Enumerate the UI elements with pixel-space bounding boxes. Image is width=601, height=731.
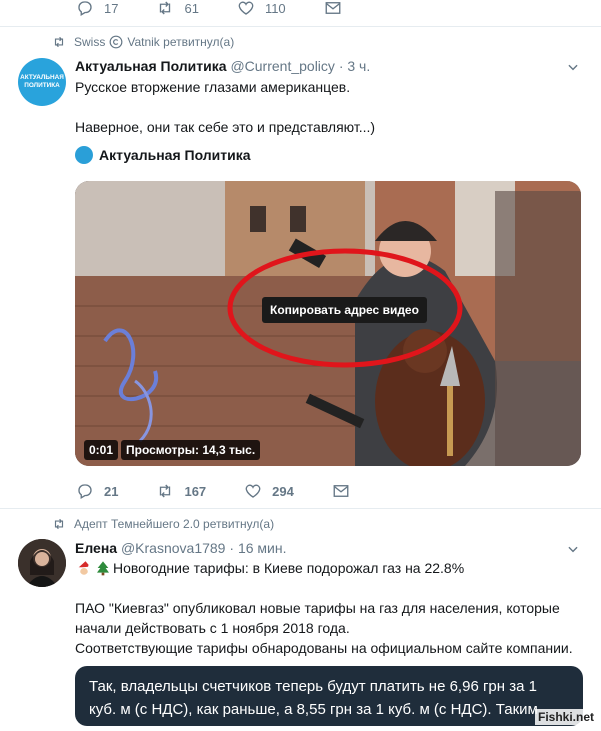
reply-icon — [78, 484, 92, 499]
retweet-count: 61 — [184, 0, 199, 16]
dm-icon — [325, 2, 341, 14]
retweeter-suffix[interactable]: Vatnik ретвитнул(а) — [127, 35, 234, 49]
retweet-icon — [160, 484, 171, 498]
timestamp[interactable]: 3 ч. — [347, 58, 370, 74]
video-views: Просмотры: 14,3 тыс. — [121, 440, 261, 460]
like-button[interactable]: 110 — [237, 0, 286, 17]
watermark: Fishki.net — [534, 709, 597, 725]
reply-button[interactable]: 21 — [76, 482, 118, 500]
tree-emoji — [97, 561, 109, 576]
copyright-icon — [109, 35, 123, 49]
author-name[interactable]: Елена — [75, 540, 117, 556]
like-count: 294 — [272, 483, 294, 499]
svg-text:АКТУАЛЬНАЯ: АКТУАЛЬНАЯ — [20, 74, 64, 81]
retweet-button[interactable]: 167 — [156, 482, 206, 500]
video-frame — [75, 181, 581, 466]
separator: · — [229, 540, 235, 556]
tweet-headline: Новогодние тарифы: в Киеве подорожал газ… — [75, 558, 464, 578]
like-icon — [245, 484, 261, 498]
retweet-icon — [160, 1, 171, 15]
like-count: 110 — [264, 0, 286, 16]
retweet-icon — [54, 518, 64, 530]
retweeter-prefix: Swiss — [74, 35, 106, 49]
quote-text-line: Так, владельцы счетчиков теперь будут пл… — [89, 678, 537, 695]
media-author-avatar — [75, 146, 93, 164]
headline-text: Новогодние тарифы: в Киеве подорожал газ… — [113, 560, 465, 576]
svg-text:ПОЛИТИКА: ПОЛИТИКА — [24, 82, 60, 89]
tweet-header: Елена @Krasnova1789 · 16 мин. — [75, 540, 286, 556]
like-button[interactable]: 294 — [244, 482, 294, 500]
retweet-icon — [54, 36, 64, 48]
retweeted-by: Swiss Vatnik ретвитнул(а) — [52, 35, 234, 49]
author-handle[interactable]: @Krasnova1789 — [121, 540, 226, 556]
chevron-down-icon[interactable] — [566, 60, 580, 74]
reply-icon — [78, 1, 92, 16]
tweet-actual-politics[interactable]: Swiss Vatnik ретвитнул(а) АКТУАЛЬНАЯ ПОЛ… — [0, 27, 601, 517]
reply-count: 17 — [104, 0, 119, 16]
avatar[interactable] — [18, 539, 66, 587]
copy-video-address-button[interactable]: Копировать адрес видео — [262, 297, 427, 323]
chevron-down-icon[interactable] — [566, 542, 580, 556]
video-player[interactable]: Копировать адрес видео 0:01 Просмотры: 1… — [75, 181, 581, 466]
retweeted-by: Адепт Темнейшего 2.0 ретвитнул(а) — [52, 517, 274, 531]
dm-button[interactable] — [332, 482, 360, 500]
tweet-header: Актуальная Политика @Current_policy · 3 … — [75, 58, 370, 74]
tweet-text-line: ПАО "Киевгаз" опубликовал новые тарифы н… — [75, 600, 560, 616]
author-handle[interactable]: @Current_policy — [230, 58, 334, 74]
previous-tweet-actions: 17 61 110 — [76, 0, 390, 19]
tweet-text-line: Русское вторжение глазами американцев. — [75, 79, 351, 95]
retweeter[interactable]: Адепт Темнейшего 2.0 ретвитнул(а) — [74, 517, 274, 531]
timestamp[interactable]: 16 мин. — [238, 540, 287, 556]
video-time: 0:01 — [84, 440, 119, 460]
retweet-button[interactable]: 61 — [156, 0, 199, 17]
author-name[interactable]: Актуальная Политика — [75, 58, 227, 74]
avatar[interactable]: АКТУАЛЬНАЯ ПОЛИТИКА — [18, 58, 66, 106]
media-author-name: Актуальная Политика — [99, 147, 251, 163]
santa-emoji — [78, 561, 92, 577]
reply-count: 21 — [104, 483, 119, 499]
quote-text-line: куб. м (с НДС), как раньше, а 8,55 грн з… — [89, 701, 538, 718]
dm-button[interactable] — [324, 0, 352, 17]
retweet-count: 167 — [184, 483, 207, 499]
avatar-logo: АКТУАЛЬНАЯ ПОЛИТИКА — [20, 74, 64, 89]
separator: · — [338, 58, 344, 74]
tweet-text-line: начали действовать с 1 ноября 2018 года. — [75, 620, 350, 636]
tweet-text-line: Наверное, они так себе это и представляю… — [75, 119, 376, 135]
quote-card[interactable]: Так, владельцы счетчиков теперь будут пл… — [75, 666, 583, 726]
tweet-actions: 21 167 294 — [76, 480, 398, 502]
media-author[interactable]: Актуальная Политика — [75, 146, 251, 164]
like-icon — [238, 1, 254, 15]
reply-button[interactable]: 17 — [76, 0, 118, 17]
avatar-photo — [18, 539, 66, 587]
tweet-text-line: Соответствующие тарифы обнародованы на о… — [75, 640, 573, 656]
dm-icon — [333, 485, 349, 497]
